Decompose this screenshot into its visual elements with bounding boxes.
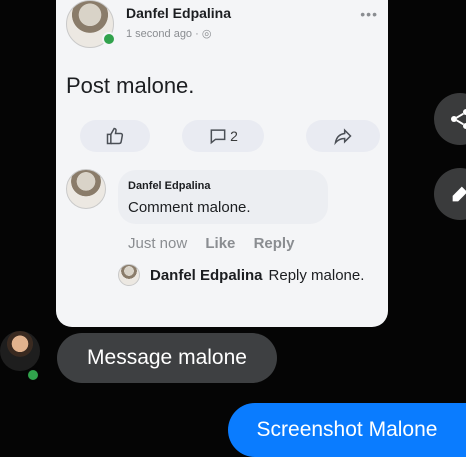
- reply-author-name[interactable]: Danfel Edpalina: [150, 267, 263, 284]
- comment-count: 2: [230, 128, 238, 144]
- comment-bubble: Danfel Edpalina Comment malone.: [118, 170, 328, 224]
- online-status-dot: [102, 32, 116, 46]
- share-floating-button[interactable]: [434, 93, 466, 145]
- comment-actions: Just now Like Reply: [128, 235, 308, 252]
- post-timestamp: 1 second ago · ◎: [126, 28, 212, 40]
- reply-text: Reply malone.: [268, 266, 365, 284]
- post-card: Danfel Edpalina 1 second ago · ◎ ••• Pos…: [56, 0, 388, 327]
- share-button[interactable]: [306, 120, 380, 152]
- comment-reply-button[interactable]: Reply: [254, 235, 295, 252]
- post-author-name[interactable]: Danfel Edpalina: [126, 5, 231, 21]
- contact-online-dot: [26, 368, 40, 382]
- contact-avatar[interactable]: [0, 331, 40, 371]
- comment-text: Comment malone.: [128, 199, 251, 216]
- reply-author-avatar: [118, 264, 140, 286]
- comment-author-avatar[interactable]: [66, 169, 106, 209]
- comment-icon: [210, 129, 226, 145]
- comment-author-name[interactable]: Danfel Edpalina: [128, 180, 211, 192]
- comment-like-button[interactable]: Like: [205, 235, 235, 252]
- like-button[interactable]: [80, 120, 150, 152]
- incoming-message[interactable]: Message malone: [57, 333, 277, 383]
- share-icon: [451, 109, 466, 129]
- outgoing-message[interactable]: Screenshot Malone: [228, 403, 466, 457]
- thumbs-up-icon: [106, 127, 124, 145]
- edit-floating-button[interactable]: [434, 168, 466, 220]
- post-text: Post malone.: [66, 73, 195, 98]
- pencil-icon: [452, 186, 466, 202]
- reply-preview[interactable]: Danfel Edpalina Reply malone.: [118, 264, 364, 286]
- comment-timestamp: Just now: [128, 235, 188, 252]
- more-options-icon[interactable]: •••: [360, 6, 378, 22]
- share-arrow-icon: [334, 128, 352, 146]
- comment-button[interactable]: 2: [182, 120, 264, 152]
